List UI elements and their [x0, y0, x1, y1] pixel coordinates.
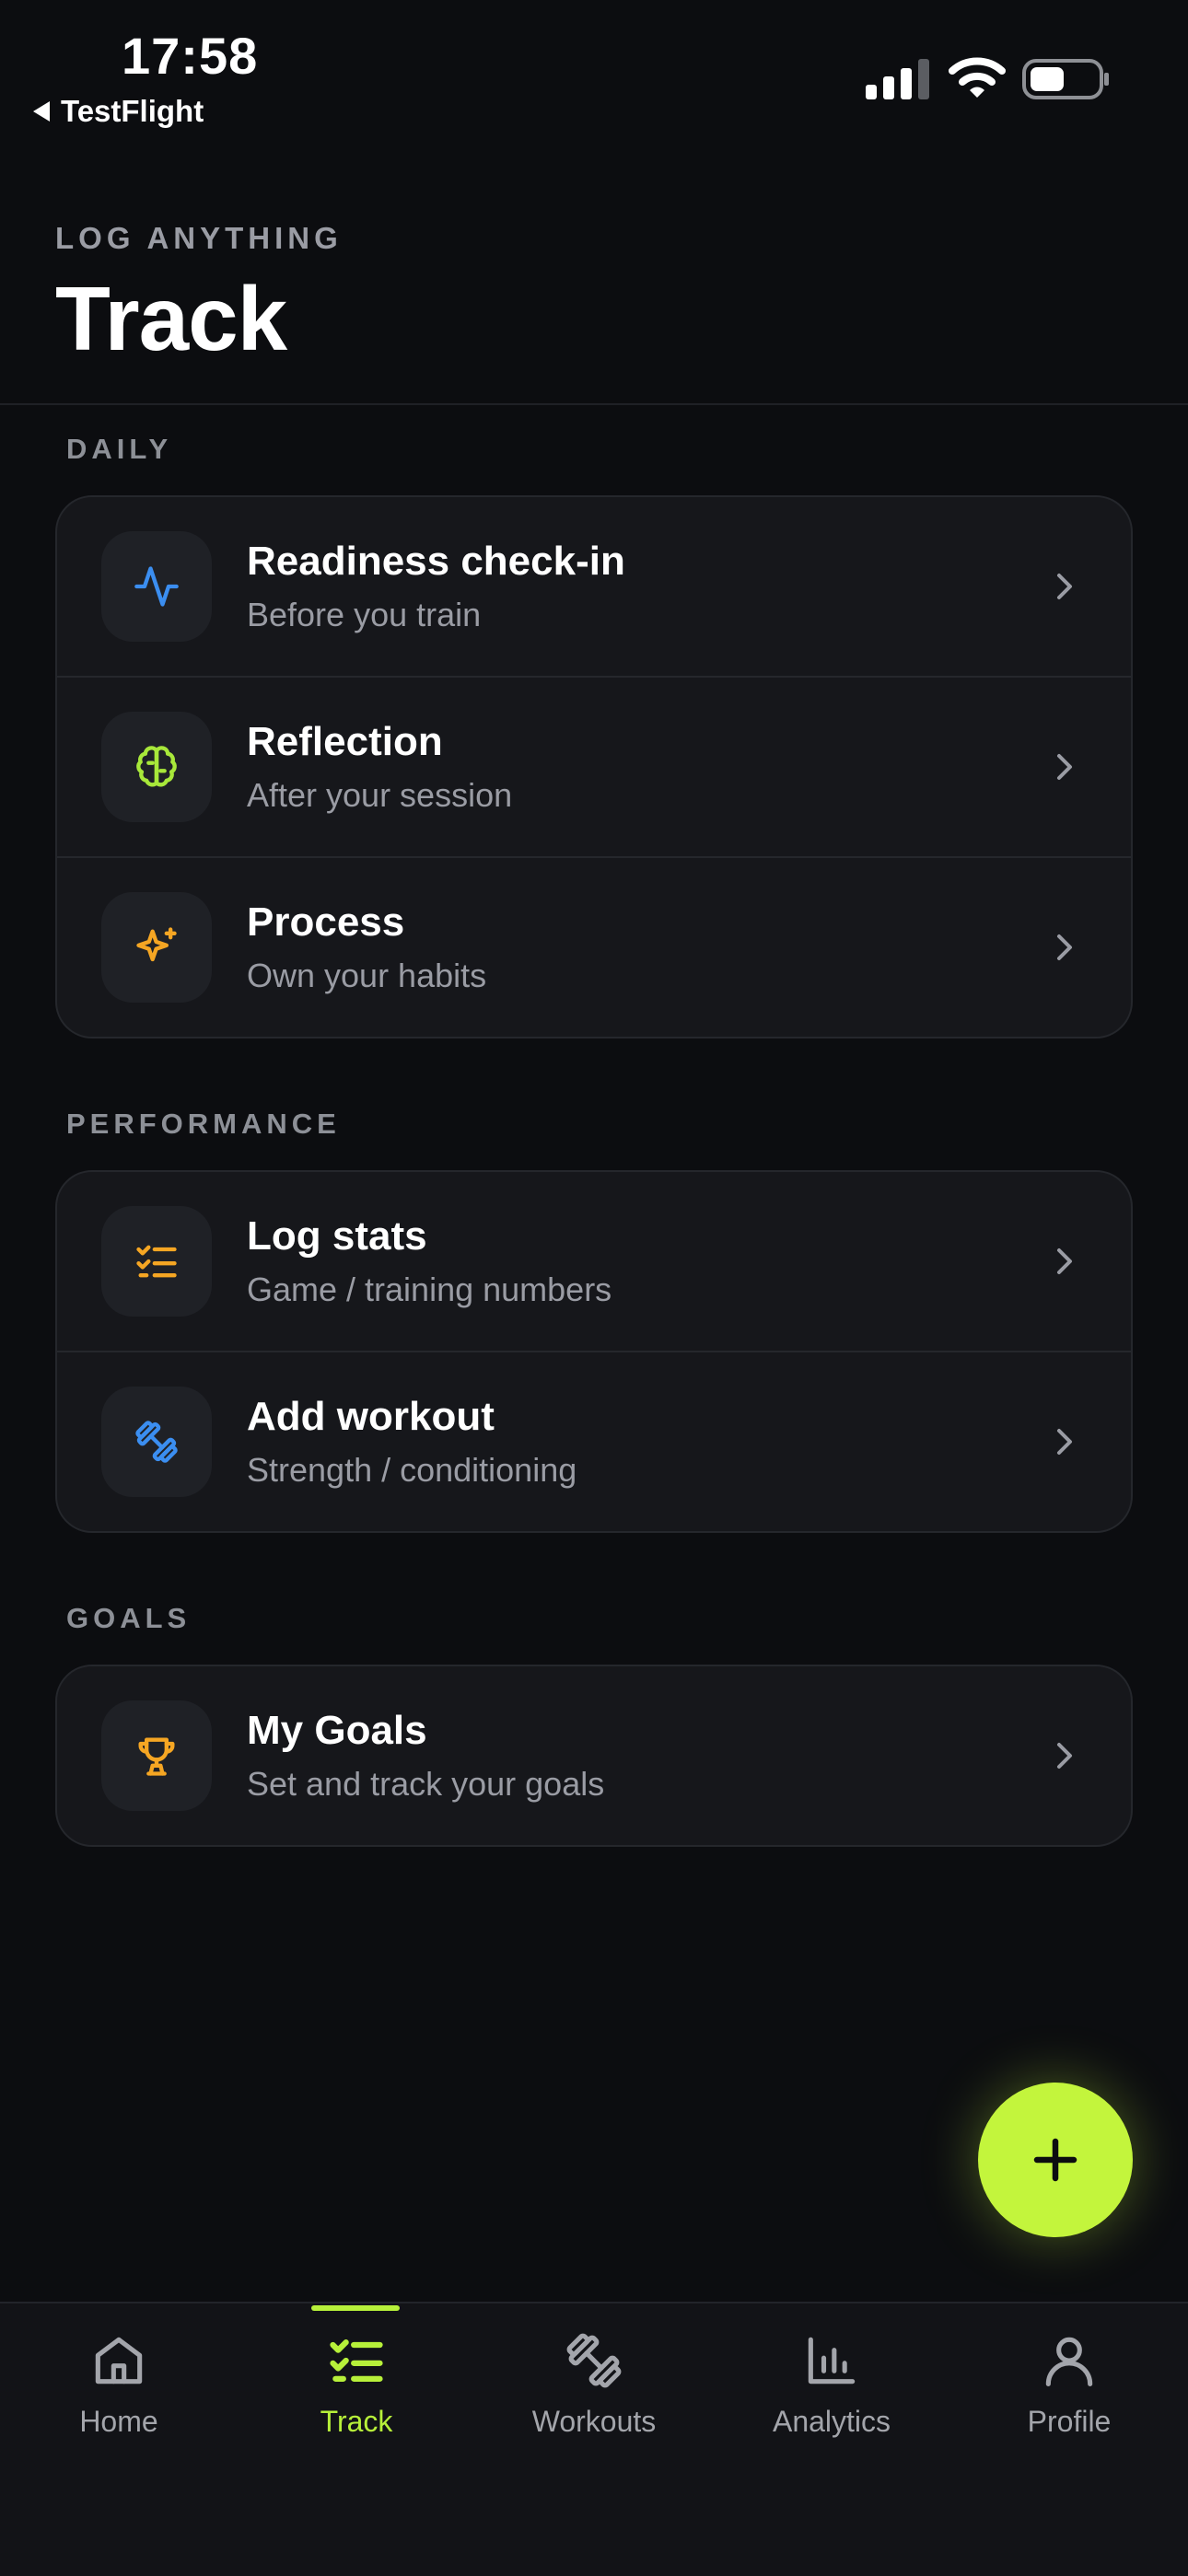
row-subtitle: Strength / conditioning [247, 1451, 577, 1489]
plus-icon [1033, 2138, 1077, 2182]
home-icon [95, 2337, 143, 2385]
row-title: Readiness check-in [247, 539, 625, 584]
readiness-icon-box [101, 531, 212, 642]
tab-home[interactable]: Home [0, 2329, 238, 2467]
row-title: My Goals [247, 1708, 427, 1753]
dumbbell-icon [135, 1421, 178, 1463]
user-icon [1045, 2337, 1093, 2387]
log-stats-row[interactable]: Log stats Game / training numbers [57, 1172, 1131, 1352]
reflection-row[interactable]: Reflection After your session [57, 678, 1131, 858]
row-subtitle: Own your habits [247, 957, 487, 994]
cellular-signal-icon [866, 59, 929, 99]
log-stats-icon-box [101, 1206, 212, 1317]
tab-track[interactable]: Track [238, 2329, 475, 2467]
status-bar: 17:58 TestFlight [0, 0, 1188, 147]
page-eyebrow: LOG ANYTHING [55, 221, 343, 255]
activity-icon [134, 566, 179, 607]
back-to-testflight-link[interactable]: TestFlight [33, 94, 204, 129]
add-workout-icon-box [101, 1387, 212, 1497]
back-arrow-icon [33, 101, 50, 122]
my-goals-row[interactable]: My Goals Set and track your goals [57, 1666, 1131, 1845]
trophy-icon [138, 1737, 175, 1776]
back-link-label: TestFlight [61, 94, 204, 128]
tab-label: Analytics [772, 2405, 891, 2438]
my-goals-icon-box [101, 1700, 212, 1811]
process-icon-box [101, 892, 212, 1003]
goals-card: My Goals Set and track your goals [55, 1665, 1133, 1847]
chevron-right-icon [1057, 1248, 1072, 1274]
row-title: Process [247, 899, 405, 945]
sparkles-icon [136, 927, 177, 962]
process-row[interactable]: Process Own your habits [57, 858, 1131, 1037]
header-divider [0, 403, 1188, 405]
status-time: 17:58 [122, 27, 259, 85]
tab-label: Profile [1027, 2405, 1112, 2438]
tab-profile[interactable]: Profile [950, 2329, 1188, 2467]
tab-label: Workouts [531, 2405, 657, 2438]
reflection-icon-box [101, 712, 212, 822]
page-title: Track [55, 268, 287, 369]
battery-icon [1022, 59, 1109, 99]
row-subtitle: Set and track your goals [247, 1765, 605, 1803]
chevron-right-icon [1057, 1429, 1072, 1455]
chevron-right-icon [1057, 1743, 1072, 1769]
active-tab-indicator [311, 2305, 400, 2311]
chevron-right-icon [1057, 934, 1072, 960]
wifi-icon [949, 57, 1006, 98]
row-subtitle: Before you train [247, 596, 482, 633]
row-title: Add workout [247, 1394, 495, 1439]
row-subtitle: Game / training numbers [247, 1271, 612, 1308]
daily-card: Readiness check-in Before you train Refl… [55, 495, 1133, 1039]
tab-analytics[interactable]: Analytics [713, 2329, 950, 2467]
add-workout-row[interactable]: Add workout Strength / conditioning [57, 1352, 1131, 1531]
bar-chart-icon [808, 2337, 856, 2385]
section-label-goals: GOALS [66, 1602, 192, 1634]
tab-label: Home [79, 2405, 158, 2438]
add-fab-button[interactable] [978, 2083, 1133, 2237]
tab-workouts[interactable]: Workouts [475, 2329, 713, 2467]
list-checks-icon [136, 1245, 177, 1278]
page-header: LOG ANYTHING Track [55, 221, 343, 371]
dumbbell-icon [566, 2333, 622, 2388]
performance-card: Log stats Game / training numbers Add wo… [55, 1170, 1133, 1533]
readiness-check-in-row[interactable]: Readiness check-in Before you train [57, 497, 1131, 678]
chevron-right-icon [1057, 574, 1072, 599]
list-checks-icon [330, 2339, 383, 2382]
chevron-right-icon [1057, 754, 1072, 780]
row-subtitle: After your session [247, 776, 513, 814]
section-label-performance: PERFORMANCE [66, 1108, 341, 1140]
section-label-daily: DAILY [66, 433, 173, 465]
row-title: Log stats [247, 1213, 427, 1259]
tab-label: Track [320, 2405, 393, 2438]
row-title: Reflection [247, 719, 443, 764]
brain-icon [136, 746, 177, 787]
